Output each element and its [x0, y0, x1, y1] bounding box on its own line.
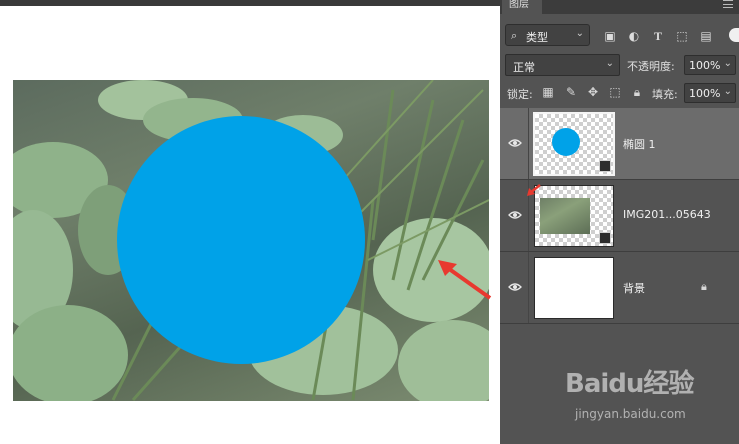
- layer-thumbnail[interactable]: [533, 112, 615, 176]
- filter-kind-label: 类型: [526, 31, 548, 44]
- filter-toggle[interactable]: [729, 28, 739, 42]
- watermark-url: jingyan.baidu.com: [575, 407, 686, 421]
- shape-filter-icon[interactable]: ⬚: [675, 29, 689, 43]
- chevron-down-icon: ⌄: [723, 86, 732, 97]
- watermark-logo: Baidu经验: [565, 369, 694, 399]
- eye-icon[interactable]: [508, 138, 522, 148]
- blend-mode-select[interactable]: 正常 ⌄: [505, 54, 620, 76]
- tab-layers[interactable]: 图层: [502, 0, 542, 14]
- lock-move-icon[interactable]: ✥: [586, 85, 600, 99]
- visibility-column: [500, 180, 529, 251]
- lock-label: 锁定:: [507, 88, 533, 101]
- lock-icon: 🔒︎: [701, 280, 707, 293]
- document-canvas[interactable]: [0, 6, 500, 444]
- chevron-down-icon: ⌄: [575, 28, 584, 39]
- blend-opacity-row: 正常 ⌄ 不透明度: 100% ⌄: [500, 52, 739, 78]
- chevron-down-icon: ⌄: [605, 58, 614, 69]
- eye-icon[interactable]: [508, 210, 522, 220]
- annotation-arrow-small-icon: [527, 184, 541, 196]
- photoshop-window: 图层 ⌕ 类型 ⌄ ▣ ◐ T ⬚ ▤ 正常 ⌄ 不透明度: 100% ⌄ 锁定…: [0, 0, 739, 444]
- layer-thumbnail[interactable]: [534, 257, 614, 319]
- lock-brush-icon[interactable]: ✎: [564, 85, 578, 99]
- opacity-value: 100%: [689, 59, 721, 72]
- lock-fill-row: 锁定: ▦ ✎ ✥ ⬚ 🔒︎ 填充: 100% ⌄: [500, 81, 739, 105]
- blend-mode-value: 正常: [513, 61, 535, 74]
- fill-value: 100%: [689, 87, 721, 100]
- lotus-photo: [13, 80, 489, 401]
- search-icon: ⌕: [511, 29, 518, 42]
- photo-thumbnail: [540, 198, 590, 234]
- panel-menu-icon[interactable]: [723, 0, 733, 8]
- layer-row-ellipse[interactable]: 椭圆 1: [500, 108, 739, 180]
- fill-input[interactable]: 100% ⌄: [684, 83, 736, 103]
- opacity-label: 不透明度:: [627, 60, 675, 73]
- layer-name[interactable]: 椭圆 1: [623, 136, 656, 152]
- smart-object-badge-icon: [599, 232, 611, 244]
- baidu-watermark: Baidu经验 jingyan.baidu.com: [563, 363, 733, 433]
- visibility-column: [500, 108, 529, 179]
- layer-row-background[interactable]: 背景 🔒︎: [500, 252, 739, 324]
- lotus-leaves-graphic: [13, 80, 489, 401]
- image-filter-icon[interactable]: ▣: [603, 29, 617, 43]
- filter-kind-select[interactable]: ⌕ 类型 ⌄: [505, 24, 590, 46]
- layer-name[interactable]: IMG201...05643: [623, 208, 711, 221]
- eye-icon[interactable]: [508, 282, 522, 292]
- lock-transparent-icon[interactable]: ▦: [541, 85, 555, 99]
- smart-object-filter-icon[interactable]: ▤: [699, 29, 713, 43]
- layer-thumbnail[interactable]: [534, 185, 614, 247]
- lock-all-icon[interactable]: 🔒︎: [630, 85, 644, 99]
- visibility-column: [500, 252, 529, 323]
- ellipse-thumbnail-shape: [552, 128, 580, 156]
- adjustment-filter-icon[interactable]: ◐: [627, 29, 641, 43]
- ellipse-shape[interactable]: [117, 116, 365, 364]
- chevron-down-icon: ⌄: [723, 58, 732, 69]
- annotation-arrow-icon: [438, 260, 492, 300]
- shape-layer-badge-icon: [599, 160, 611, 172]
- layer-filter-row: ⌕ 类型 ⌄ ▣ ◐ T ⬚ ▤: [500, 22, 739, 50]
- layer-name[interactable]: 背景: [623, 280, 645, 296]
- opacity-input[interactable]: 100% ⌄: [684, 55, 736, 75]
- text-filter-icon[interactable]: T: [651, 29, 665, 43]
- panel-tab-bar: 图层: [500, 0, 739, 14]
- fill-label: 填充:: [652, 88, 678, 101]
- lock-artboard-icon[interactable]: ⬚: [608, 85, 622, 99]
